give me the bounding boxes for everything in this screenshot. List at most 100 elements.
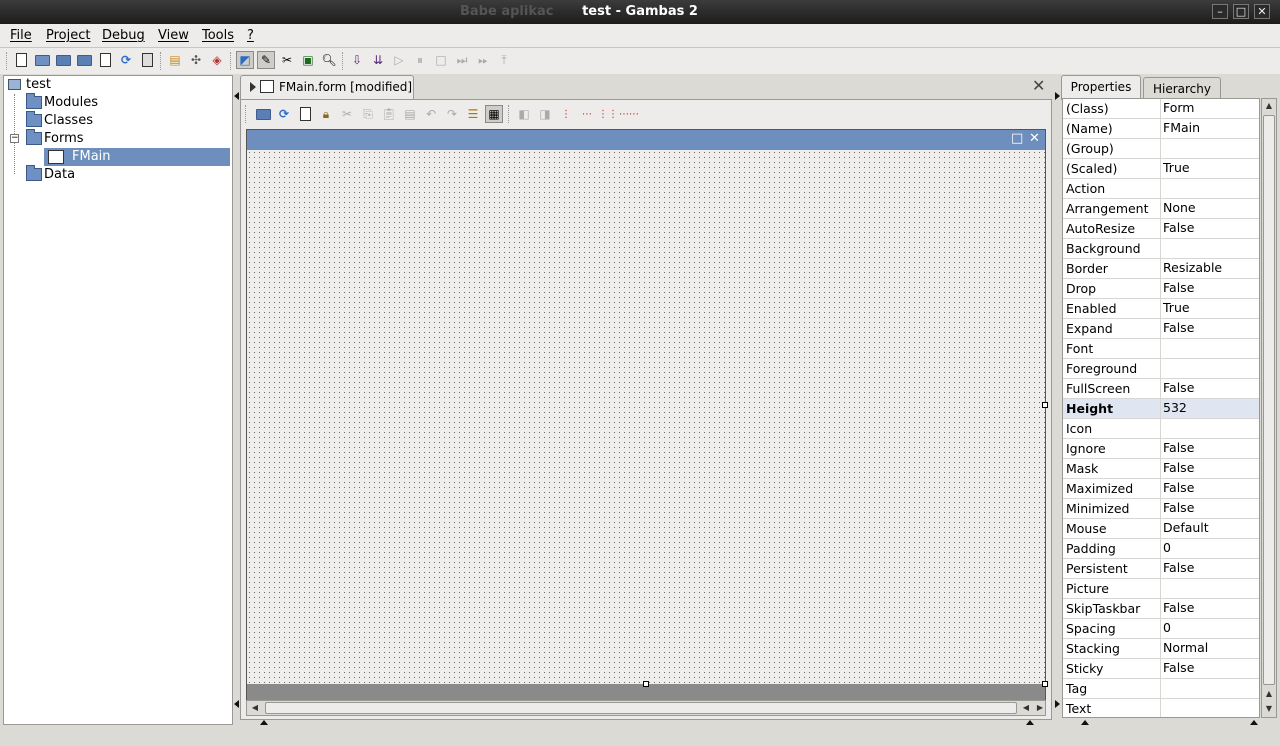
properties-icon[interactable] bbox=[96, 51, 114, 69]
property-row[interactable]: Mask False bbox=[1063, 459, 1259, 479]
arrange-vertical-icon[interactable]: ⋮⋮ bbox=[598, 105, 618, 123]
scroll-down-icon[interactable]: ▼ bbox=[1262, 702, 1276, 716]
tree-item-classes[interactable]: Classes bbox=[22, 111, 222, 130]
collapse-right-arrow-icon[interactable] bbox=[1055, 700, 1060, 708]
close-tab-icon[interactable]: ✕ bbox=[1032, 76, 1045, 95]
property-value[interactable]: None bbox=[1163, 200, 1196, 215]
tree-item-forms[interactable]: Forms bbox=[22, 129, 222, 148]
property-value[interactable]: 0 bbox=[1163, 620, 1171, 635]
expand-bottom-arrow-icon[interactable] bbox=[1250, 720, 1258, 725]
refresh-icon[interactable]: ⟳ bbox=[117, 51, 135, 69]
menu-view[interactable]: View bbox=[158, 28, 189, 43]
property-value[interactable]: False bbox=[1163, 320, 1194, 335]
expand-bottom-arrow-icon[interactable] bbox=[1081, 720, 1089, 725]
property-value[interactable]: True bbox=[1163, 300, 1190, 315]
property-row[interactable]: Icon bbox=[1063, 419, 1259, 439]
tab-expand-icon[interactable] bbox=[250, 82, 256, 92]
components-icon[interactable]: ✣ bbox=[187, 51, 205, 69]
open-project-icon[interactable] bbox=[33, 51, 51, 69]
forward-icon[interactable]: ⏩︎ bbox=[474, 51, 492, 69]
save-form-icon[interactable] bbox=[254, 105, 272, 123]
property-row[interactable]: Mouse Default bbox=[1063, 519, 1259, 539]
minimize-button[interactable]: – bbox=[1212, 4, 1228, 19]
send-to-back-icon[interactable]: ◨ bbox=[536, 105, 554, 123]
scroll-thumb[interactable] bbox=[265, 702, 1017, 714]
property-row[interactable]: Height 532 bbox=[1063, 399, 1259, 419]
tools-icon[interactable]: ✂ bbox=[278, 51, 296, 69]
property-row[interactable]: (Group) bbox=[1063, 139, 1259, 159]
property-row[interactable]: Ignore False bbox=[1063, 439, 1259, 459]
property-row[interactable]: Drop False bbox=[1063, 279, 1259, 299]
scroll-thumb[interactable] bbox=[1263, 115, 1275, 685]
property-value[interactable]: False bbox=[1163, 500, 1194, 515]
scroll-up-icon[interactable]: ▲ bbox=[1262, 99, 1276, 113]
tree-item-data[interactable]: Data bbox=[22, 165, 222, 184]
return-icon[interactable]: ⤒ bbox=[495, 51, 513, 69]
resize-handle-right[interactable] bbox=[1042, 402, 1048, 408]
property-row[interactable]: (Scaled) True bbox=[1063, 159, 1259, 179]
property-row[interactable]: Sticky False bbox=[1063, 659, 1259, 679]
property-row[interactable]: (Name) FMain bbox=[1063, 119, 1259, 139]
property-row[interactable]: Spacing 0 bbox=[1063, 619, 1259, 639]
menu-tools[interactable]: Tools bbox=[202, 28, 234, 43]
menu-debug[interactable]: Debug bbox=[102, 28, 145, 43]
stop-icon[interactable]: □ bbox=[432, 51, 450, 69]
collapse-left-arrow-icon[interactable] bbox=[234, 92, 239, 100]
property-row[interactable]: Maximized False bbox=[1063, 479, 1259, 499]
menu-file[interactable]: File bbox=[10, 28, 32, 43]
package-icon[interactable]: ▤ bbox=[166, 51, 184, 69]
tab-fmain-form[interactable]: FMain.form [modified] bbox=[240, 75, 414, 100]
run-icon[interactable]: ▷ bbox=[390, 51, 408, 69]
reload-icon[interactable]: ⟳ bbox=[275, 105, 293, 123]
property-row[interactable]: Enabled True bbox=[1063, 299, 1259, 319]
expand-bottom-arrow-icon[interactable] bbox=[1026, 720, 1034, 725]
property-value[interactable]: False bbox=[1163, 600, 1194, 615]
property-row[interactable]: (Class) Form bbox=[1063, 99, 1259, 119]
expand-bottom-arrow-icon[interactable] bbox=[260, 720, 268, 725]
save-as-icon[interactable] bbox=[75, 51, 93, 69]
property-value[interactable]: False bbox=[1163, 380, 1194, 395]
property-row[interactable]: Arrangement None bbox=[1063, 199, 1259, 219]
new-project-icon[interactable] bbox=[12, 51, 30, 69]
resize-handle-bottom[interactable] bbox=[643, 681, 649, 687]
property-value[interactable]: 0 bbox=[1163, 540, 1171, 555]
horizontal-scrollbar[interactable]: ◀ ◀ ▶ bbox=[246, 700, 1046, 716]
collapse-left-arrow-icon[interactable] bbox=[234, 700, 239, 708]
property-row[interactable]: Font bbox=[1063, 339, 1259, 359]
property-row[interactable]: SkipTaskbar False bbox=[1063, 599, 1259, 619]
properties-table[interactable]: (Class) Form (Name) FMain (Group) (Scaled) Tru… bbox=[1062, 98, 1260, 718]
form-close-icon[interactable]: ✕ bbox=[1029, 131, 1040, 146]
property-row[interactable]: Expand False bbox=[1063, 319, 1259, 339]
property-value[interactable]: False bbox=[1163, 480, 1194, 495]
redo-icon[interactable]: ↷ bbox=[443, 105, 461, 123]
find-icon[interactable]: 🔍︎ bbox=[320, 51, 338, 69]
bring-to-front-icon[interactable]: ◧ bbox=[515, 105, 533, 123]
property-value[interactable]: False bbox=[1163, 220, 1194, 235]
property-row[interactable]: Foreground bbox=[1063, 359, 1259, 379]
property-value[interactable]: Default bbox=[1163, 520, 1209, 535]
property-row[interactable]: Tag bbox=[1063, 679, 1259, 699]
scroll-up-icon[interactable]: ▲ bbox=[1262, 687, 1276, 701]
property-row[interactable]: Action bbox=[1063, 179, 1259, 199]
vertical-scrollbar[interactable]: ▲ ▲ ▼ bbox=[1261, 98, 1277, 718]
code-icon[interactable] bbox=[296, 105, 314, 123]
delete-icon[interactable]: ▤ bbox=[401, 105, 419, 123]
property-row[interactable]: Border Resizable bbox=[1063, 259, 1259, 279]
arrange-row-icon[interactable]: ⋯⋯ bbox=[619, 105, 639, 123]
tab-properties[interactable]: Properties bbox=[1061, 75, 1141, 100]
property-value[interactable]: False bbox=[1163, 440, 1194, 455]
resize-handle-corner[interactable] bbox=[1042, 681, 1048, 687]
property-row[interactable]: Stacking Normal bbox=[1063, 639, 1259, 659]
property-row[interactable]: Text bbox=[1063, 699, 1259, 717]
undo-icon[interactable]: ↶ bbox=[422, 105, 440, 123]
collapse-forms-icon[interactable]: − bbox=[10, 134, 19, 143]
copy-icon[interactable]: ⎘ bbox=[359, 105, 377, 123]
project-tree[interactable]: test Modules Classes − Forms FMain Data bbox=[3, 75, 233, 725]
compile-all-icon[interactable]: ⇊ bbox=[369, 51, 387, 69]
pause-icon[interactable]: ⏸︎ bbox=[411, 51, 429, 69]
property-row[interactable]: Persistent False bbox=[1063, 559, 1259, 579]
tree-item-fmain[interactable]: FMain bbox=[44, 148, 230, 166]
menu-help[interactable]: ? bbox=[247, 28, 254, 43]
arrange-horizontal-icon[interactable]: ⋯ bbox=[578, 105, 596, 123]
property-value[interactable]: Resizable bbox=[1163, 260, 1222, 275]
